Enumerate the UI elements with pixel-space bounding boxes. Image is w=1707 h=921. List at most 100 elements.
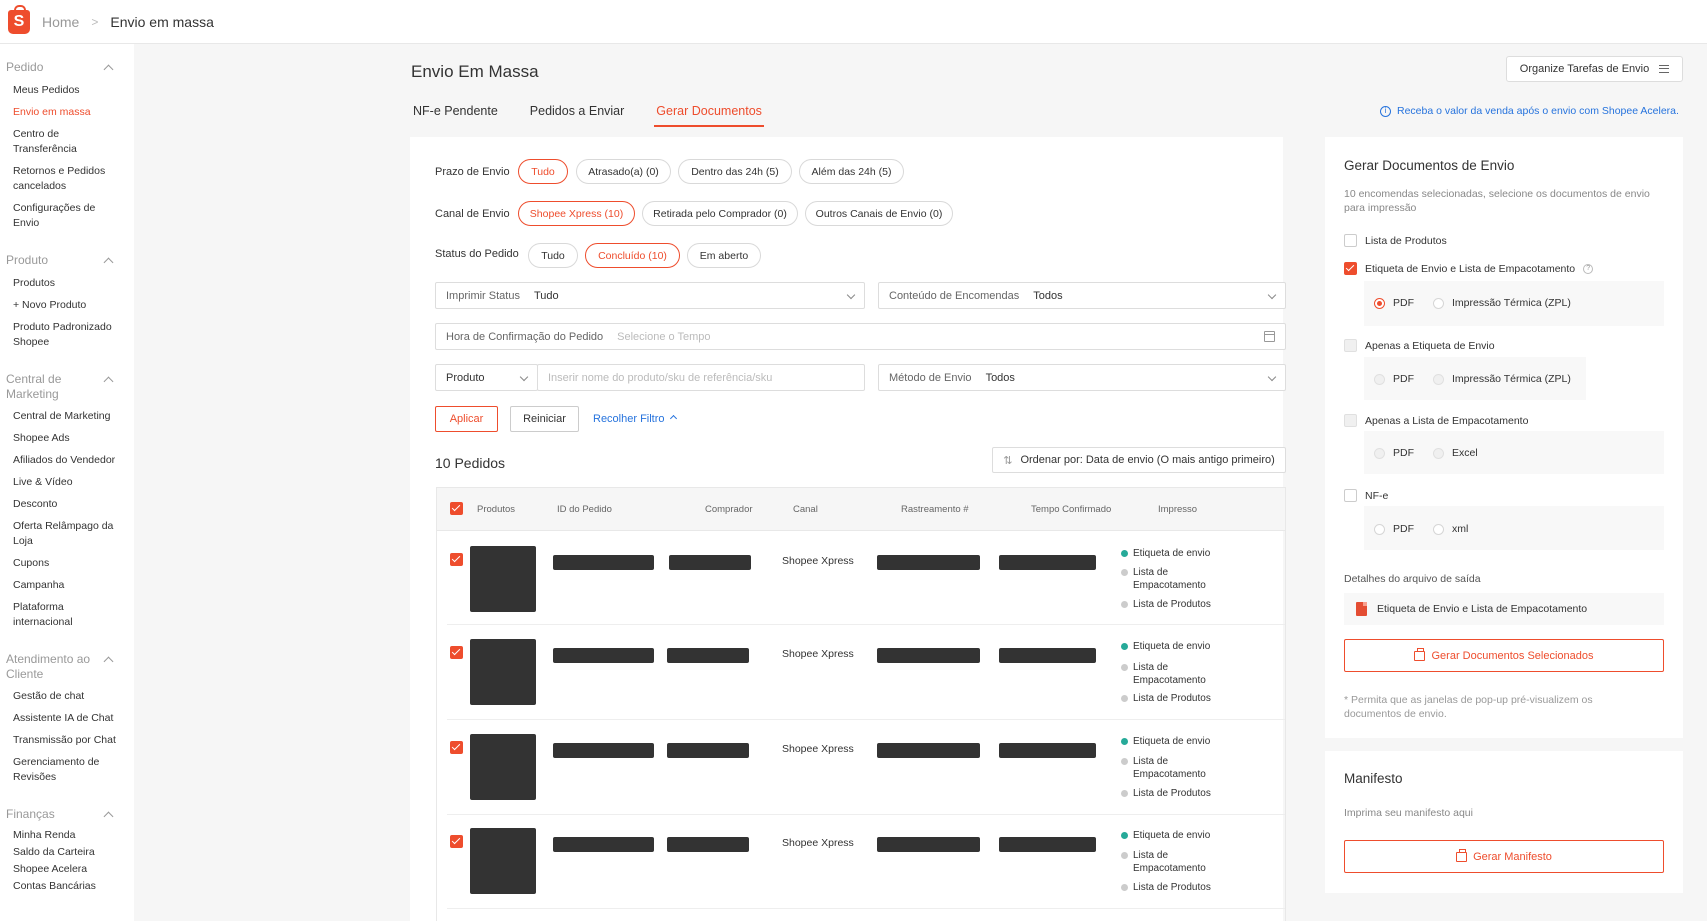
canal-option-shopee-xpress[interactable]: Shopee Xpress (10)	[518, 201, 635, 226]
hora-confirmacao-picker[interactable]: Hora de Confirmação do Pedido Selecione …	[435, 323, 1286, 350]
sidebar-item-shopee-acelera[interactable]: Shopee Acelera	[6, 862, 128, 877]
sidebar-item-shopee-ads[interactable]: Shopee Ads	[6, 431, 128, 446]
radio-button[interactable]	[1433, 297, 1444, 309]
acelera-notice-text[interactable]: Receba o valor da venda após o envio com…	[1397, 105, 1679, 117]
breadcrumb-home[interactable]: Home	[42, 14, 79, 30]
option-nfe[interactable]: NF-e	[1344, 489, 1388, 502]
prazo-option-atrasado[interactable]: Atrasado(a) (0)	[576, 159, 671, 184]
nfe-checkbox[interactable]	[1344, 489, 1357, 502]
radio-apenas-etiqueta-pdf[interactable]: PDF	[1374, 373, 1414, 385]
sidebar-item-assistente-ia[interactable]: Assistente IA de Chat	[6, 711, 128, 726]
apenas-lista-checkbox[interactable]	[1344, 414, 1357, 427]
produto-search-input[interactable]: Inserir nome do produto/sku de referênci…	[537, 364, 865, 391]
sidebar-item-cupons[interactable]: Cupons	[6, 556, 128, 571]
chevron-up-icon[interactable]	[103, 376, 114, 387]
produto-type-select[interactable]: Produto	[435, 364, 538, 391]
radio-button[interactable]	[1374, 523, 1385, 535]
table-row[interactable]: Shopee Xpress Etiqueta de envio Lista de…	[447, 815, 1285, 909]
option-apenas-etiqueta[interactable]: Apenas a Etiqueta de Envio	[1344, 339, 1495, 352]
sidebar-item-novo-produto[interactable]: + Novo Produto	[6, 298, 128, 313]
tab-gerar-documentos[interactable]: Gerar Documentos	[654, 102, 764, 127]
sidebar-item-central-marketing[interactable]: Central de Marketing	[6, 409, 128, 424]
radio-button[interactable]	[1433, 523, 1444, 535]
radio-etiqueta-lista-termica[interactable]: Impressão Térmica (ZPL)	[1433, 297, 1571, 309]
shopee-logo-icon[interactable]: S	[8, 4, 30, 34]
table-row[interactable]: Shopee Xpress Etiqueta de envio Lista de…	[447, 531, 1285, 625]
generate-selected-docs-button[interactable]: Gerar Documentos Selecionados	[1344, 639, 1664, 672]
metodo-envio-select[interactable]: Método de Envio Todos	[878, 364, 1286, 391]
status-option-concluido[interactable]: Concluído (10)	[585, 243, 680, 268]
sidebar-group-header[interactable]: Produto	[6, 253, 128, 268]
sidebar-item-gestao-chat[interactable]: Gestão de chat	[6, 689, 128, 704]
row-checkbox[interactable]	[450, 646, 463, 659]
sidebar-item-contas-bancarias[interactable]: Contas Bancárias	[6, 879, 128, 894]
sidebar-item-retornos[interactable]: Retornos e Pedidos cancelados	[6, 164, 128, 194]
option-apenas-lista[interactable]: Apenas a Lista de Empacotamento	[1344, 414, 1528, 427]
help-icon[interactable]: ?	[1583, 263, 1594, 274]
select-all-checkbox[interactable]	[450, 502, 463, 515]
sidebar-item-desconto[interactable]: Desconto	[6, 497, 128, 512]
radio-apenas-lista-excel[interactable]: Excel	[1433, 447, 1478, 459]
table-row[interactable]: Shopee Xpress Etiqueta de envio Lista de…	[447, 721, 1285, 815]
sidebar-item-live-video[interactable]: Live & Vídeo	[6, 475, 128, 490]
prazo-option-tudo[interactable]: Tudo	[518, 159, 568, 184]
radio-button[interactable]	[1433, 447, 1444, 459]
imprimir-status-select[interactable]: Imprimir Status Tudo	[435, 282, 865, 309]
apenas-etiqueta-checkbox[interactable]	[1344, 339, 1357, 352]
option-lista-produtos[interactable]: Lista de Produtos	[1344, 234, 1447, 247]
radio-nfe-pdf[interactable]: PDF	[1374, 523, 1414, 535]
radio-button[interactable]	[1374, 447, 1385, 459]
sidebar-item-produtos[interactable]: Produtos	[6, 276, 128, 291]
sidebar-item-meus-pedidos[interactable]: Meus Pedidos	[6, 83, 128, 98]
sidebar-group-header[interactable]: Finanças	[6, 807, 128, 822]
radio-apenas-lista-pdf[interactable]: PDF	[1374, 447, 1414, 459]
sidebar-item-campanha[interactable]: Campanha	[6, 578, 128, 593]
tab-nfe-pendente[interactable]: NF-e Pendente	[411, 102, 500, 127]
radio-etiqueta-lista-pdf[interactable]: PDF	[1374, 297, 1414, 309]
status-option-em-aberto[interactable]: Em aberto	[687, 243, 761, 268]
sidebar-item-centro-transferencia[interactable]: Centro de Transferência	[6, 127, 86, 157]
status-option-tudo[interactable]: Tudo	[528, 243, 578, 268]
radio-apenas-etiqueta-termica[interactable]: Impressão Térmica (ZPL)	[1433, 373, 1571, 385]
chevron-up-icon[interactable]	[103, 656, 114, 667]
prazo-option-alem-24h[interactable]: Além das 24h (5)	[799, 159, 904, 184]
chevron-up-icon[interactable]	[103, 257, 114, 268]
sidebar-item-envio-em-massa[interactable]: Envio em massa	[6, 105, 128, 120]
prazo-option-dentro-24h[interactable]: Dentro das 24h (5)	[678, 159, 792, 184]
row-checkbox[interactable]	[450, 835, 463, 848]
sidebar-item-plataforma-internacional[interactable]: Plataforma internacional	[6, 600, 86, 630]
lista-produtos-checkbox[interactable]	[1344, 234, 1357, 247]
sidebar-item-gerenciamento-revisoes[interactable]: Gerenciamento de Revisões	[6, 755, 110, 785]
sidebar-item-transmissao-chat[interactable]: Transmissão por Chat	[6, 733, 128, 748]
sidebar-item-produto-padronizado[interactable]: Produto Padronizado Shopee	[6, 320, 128, 350]
radio-button[interactable]	[1374, 297, 1385, 309]
sidebar-item-afiliados[interactable]: Afiliados do Vendedor	[6, 453, 128, 468]
radio-button[interactable]	[1433, 373, 1444, 385]
sort-button[interactable]: ⇅ Ordenar por: Data de envio (O mais ant…	[992, 447, 1286, 473]
sidebar-group-header[interactable]: Atendimento ao Cliente	[6, 652, 128, 682]
option-etiqueta-lista[interactable]: Etiqueta de Envio e Lista de Empacotamen…	[1344, 262, 1594, 275]
reset-button[interactable]: Reiniciar	[510, 406, 579, 432]
radio-nfe-xml[interactable]: xml	[1433, 523, 1468, 535]
generate-manifest-button[interactable]: Gerar Manifesto	[1344, 840, 1664, 873]
chevron-up-icon[interactable]	[103, 811, 114, 822]
sidebar-item-configuracoes-envio[interactable]: Configurações de Envio	[6, 201, 114, 231]
sidebar-item-saldo-carteira[interactable]: Saldo da Carteira	[6, 845, 128, 860]
sidebar-group-header[interactable]: Pedido	[6, 60, 128, 75]
canal-option-retirada[interactable]: Retirada pelo Comprador (0)	[642, 201, 798, 226]
organize-tasks-button[interactable]: Organize Tarefas de Envio	[1506, 56, 1683, 82]
apply-button[interactable]: Aplicar	[435, 406, 498, 432]
collapse-filter-link[interactable]: Recolher Filtro	[593, 413, 677, 425]
sidebar-item-minha-renda[interactable]: Minha Renda	[6, 828, 128, 843]
acelera-notice[interactable]: i Receba o valor da venda após o envio c…	[1380, 105, 1679, 117]
table-row[interactable]: Shopee Xpress Etiqueta de envio Lista de…	[447, 626, 1285, 720]
row-checkbox[interactable]	[450, 553, 463, 566]
radio-button[interactable]	[1374, 373, 1385, 385]
conteudo-encomendas-select[interactable]: Conteúdo de Encomendas Todos	[878, 282, 1286, 309]
canal-option-outros[interactable]: Outros Canais de Envio (0)	[805, 201, 953, 226]
sidebar-group-header[interactable]: Central de Marketing	[6, 372, 128, 402]
tab-pedidos-a-enviar[interactable]: Pedidos a Enviar	[528, 102, 627, 127]
etiqueta-lista-checkbox[interactable]	[1344, 262, 1357, 275]
chevron-up-icon[interactable]	[103, 64, 114, 75]
row-checkbox[interactable]	[450, 741, 463, 754]
